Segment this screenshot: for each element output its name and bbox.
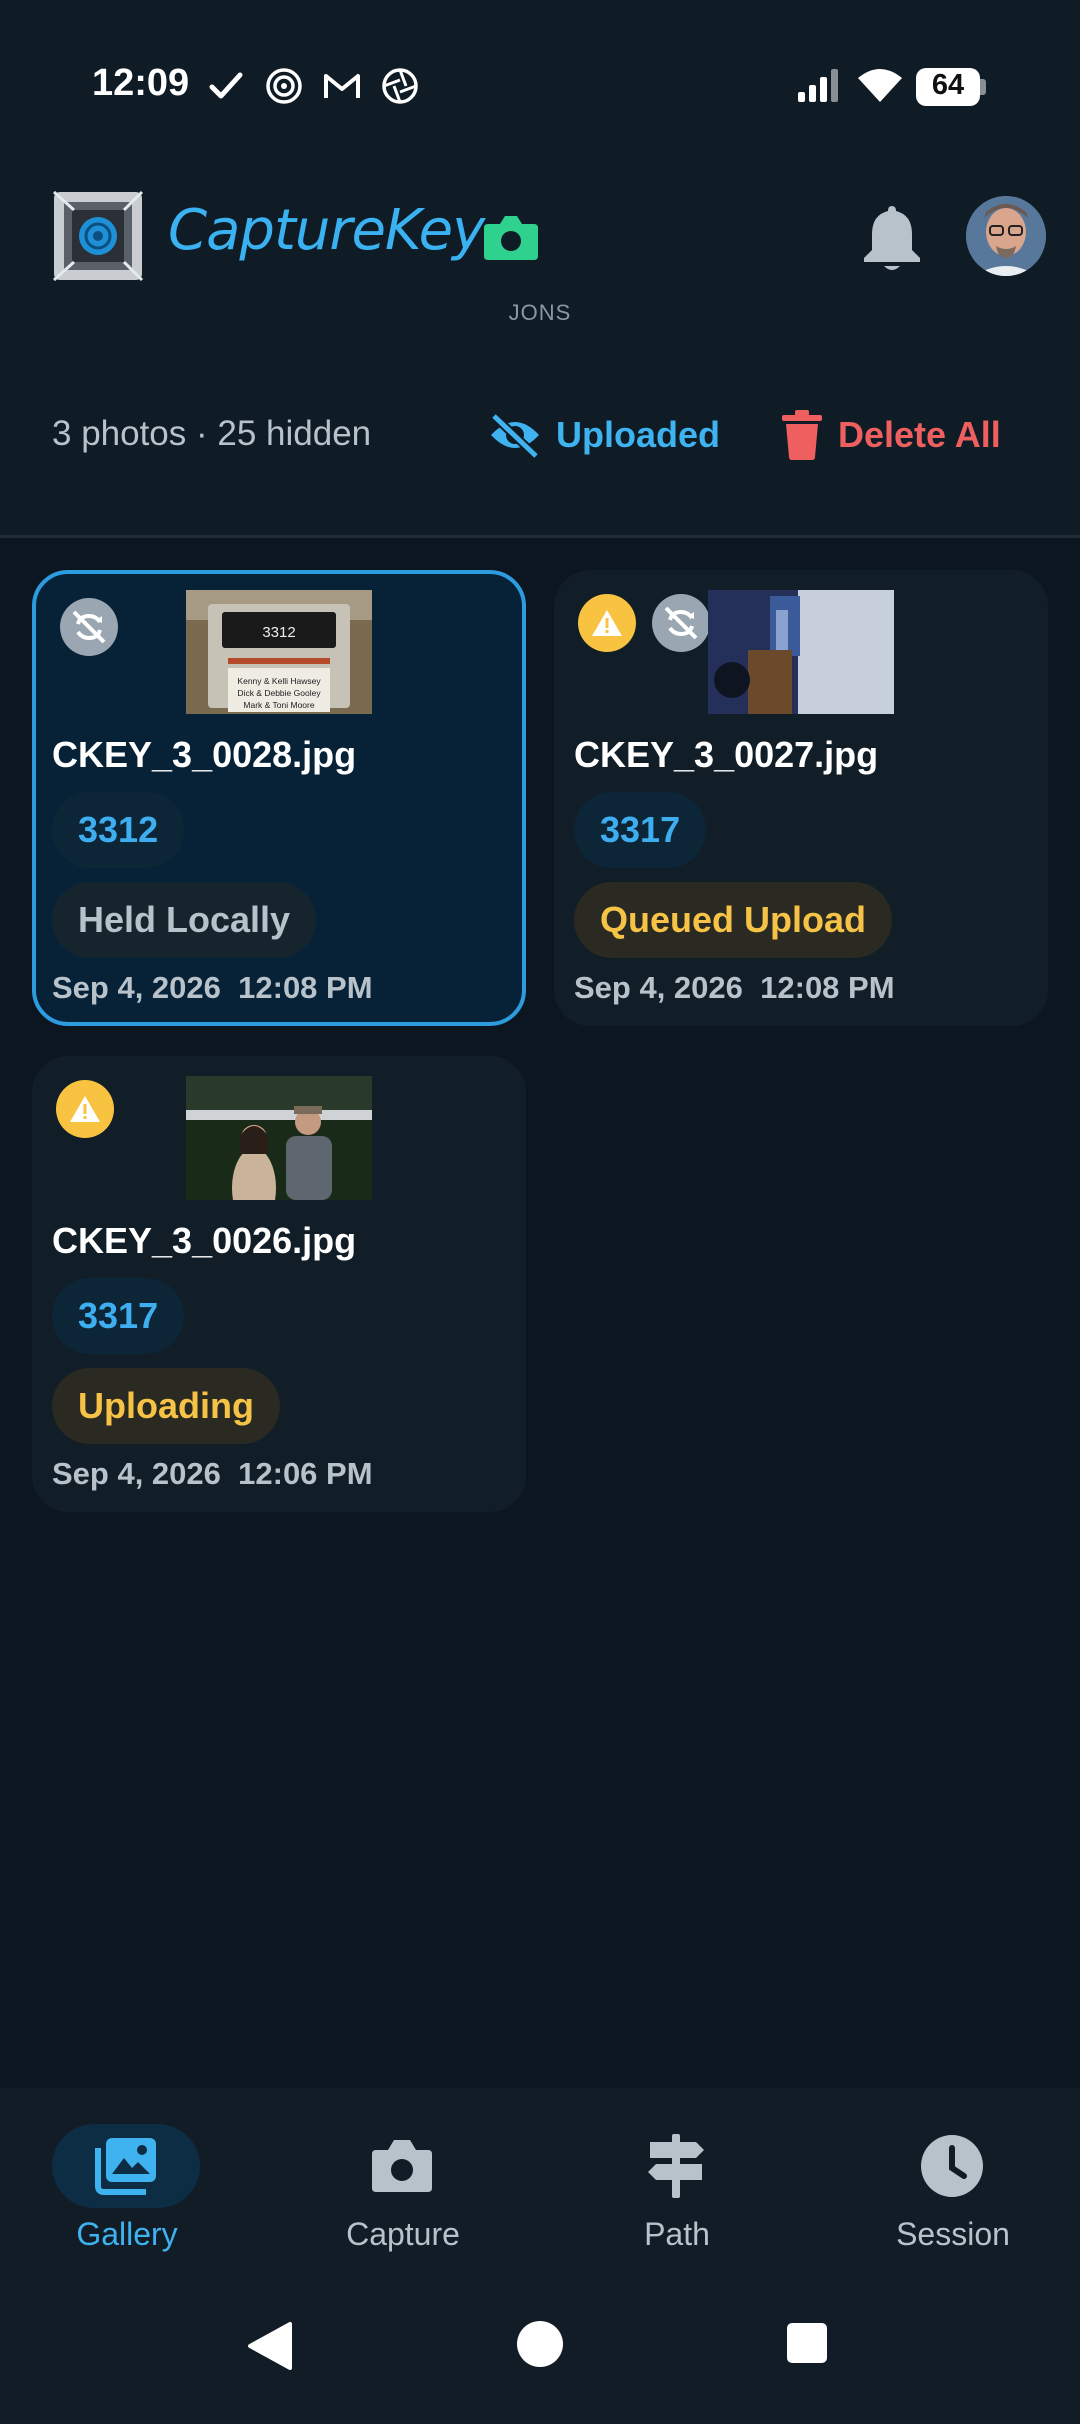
battery-icon: 64	[916, 68, 988, 106]
photo-date: Sep 4, 2026	[52, 1456, 221, 1491]
delete-all-button[interactable]: Delete All	[780, 400, 1001, 470]
bell-icon[interactable]	[860, 202, 924, 274]
bottom-navigation: Gallery Capture Path Session	[0, 2088, 1080, 2268]
status-chip: Uploading	[52, 1368, 280, 1444]
photo-filename: CKEY_3_0026.jpg	[52, 1220, 357, 1261]
capturekey-logo	[52, 190, 144, 282]
photo-filename: CKEY_3_0028.jpg	[52, 734, 357, 775]
thumb-line-1: Kenny & Kelli Hawsey	[237, 676, 321, 686]
camera-icon	[372, 2140, 432, 2192]
app-bar: CaptureKey JONS	[0, 176, 1080, 346]
uploaded-label: Uploaded	[556, 414, 721, 455]
photo-count: 3 photos · 25 hidden	[52, 414, 372, 453]
photo-timestamp: Sep 4, 2026 12:08 PM	[52, 970, 373, 1006]
nav-gallery[interactable]: Gallery	[0, 2088, 270, 2268]
photo-card[interactable]: CKEY_3_0026.jpg 3317 Uploading Sep 4, 20…	[32, 1056, 526, 1512]
photo-timestamp: Sep 4, 2026 12:06 PM	[52, 1456, 373, 1492]
nav-label: Gallery	[76, 2216, 178, 2252]
status-chip: Held Locally	[52, 882, 317, 958]
avatar[interactable]	[966, 196, 1046, 276]
gallery-icon	[95, 2138, 156, 2195]
signal-icon	[798, 69, 838, 102]
camera-icon	[484, 216, 538, 260]
photo-number-chip: 3317	[574, 792, 707, 868]
photo-thumbnail	[708, 590, 894, 714]
status-bar: 12:09 64	[0, 0, 1080, 176]
user-tag: JONS	[508, 300, 572, 325]
gmail-icon	[324, 74, 360, 98]
status-time: 12:09	[92, 62, 190, 104]
thumb-sign-number: 3312	[262, 624, 295, 641]
sync-off-icon	[652, 594, 710, 652]
divider	[0, 535, 1080, 538]
thumb-line-3: Mark & Toni Moore	[243, 700, 314, 710]
home-icon[interactable]	[516, 2320, 564, 2368]
photo-date: Sep 4, 2026	[574, 970, 743, 1005]
signpost-icon	[648, 2134, 704, 2198]
photo-time: 12:08 PM	[238, 970, 373, 1005]
nav-session[interactable]: Session	[810, 2088, 1080, 2268]
aperture-icon	[382, 68, 418, 104]
nav-label: Capture	[346, 2216, 460, 2252]
photo-number-chip: 3317	[52, 1278, 185, 1354]
photo-filename: CKEY_3_0027.jpg	[574, 734, 879, 775]
spiral-icon	[266, 68, 302, 104]
nav-path[interactable]: Path	[540, 2088, 810, 2268]
photo-number-chip: 3312	[52, 792, 185, 868]
clock-icon	[921, 2135, 983, 2197]
photo-thumbnail	[186, 1076, 372, 1200]
nav-capture[interactable]: Capture	[270, 2088, 540, 2268]
photo-date: Sep 4, 2026	[52, 970, 221, 1005]
photo-card[interactable]: CKEY_3_0027.jpg 3317 Queued Upload Sep 4…	[554, 570, 1048, 1026]
system-navigation	[0, 2268, 1080, 2424]
recents-icon[interactable]	[786, 2322, 828, 2364]
eye-off-icon	[490, 412, 540, 458]
avatar-photo	[966, 196, 1046, 276]
uploaded-filter-button[interactable]: Uploaded	[488, 400, 720, 470]
wifi-icon	[858, 69, 902, 102]
warning-icon	[578, 594, 636, 652]
photo-time: 12:08 PM	[760, 970, 895, 1005]
nav-label: Session	[896, 2216, 1010, 2252]
back-icon[interactable]	[244, 2320, 296, 2372]
photo-time: 12:06 PM	[238, 1456, 373, 1491]
sync-off-icon	[60, 598, 118, 656]
check-icon	[209, 72, 243, 99]
status-chip: Queued Upload	[574, 882, 893, 958]
app-title: CaptureKey	[168, 198, 485, 263]
warning-icon	[56, 1080, 114, 1138]
thumb-line-2: Dick & Debbie Gooley	[237, 688, 321, 698]
trash-icon	[782, 410, 822, 460]
nav-label: Path	[644, 2216, 710, 2252]
delete-all-label: Delete All	[838, 414, 1001, 455]
photo-timestamp: Sep 4, 2026 12:08 PM	[574, 970, 895, 1006]
photo-thumbnail: 3312 Kenny & Kelli Hawsey Dick & Debbie …	[186, 590, 372, 714]
gallery-toolbar: 3 photos · 25 hidden Uploaded Delete All	[0, 380, 1080, 490]
photo-card[interactable]: 3312 Kenny & Kelli Hawsey Dick & Debbie …	[32, 570, 526, 1026]
battery-level: 64	[931, 69, 965, 101]
